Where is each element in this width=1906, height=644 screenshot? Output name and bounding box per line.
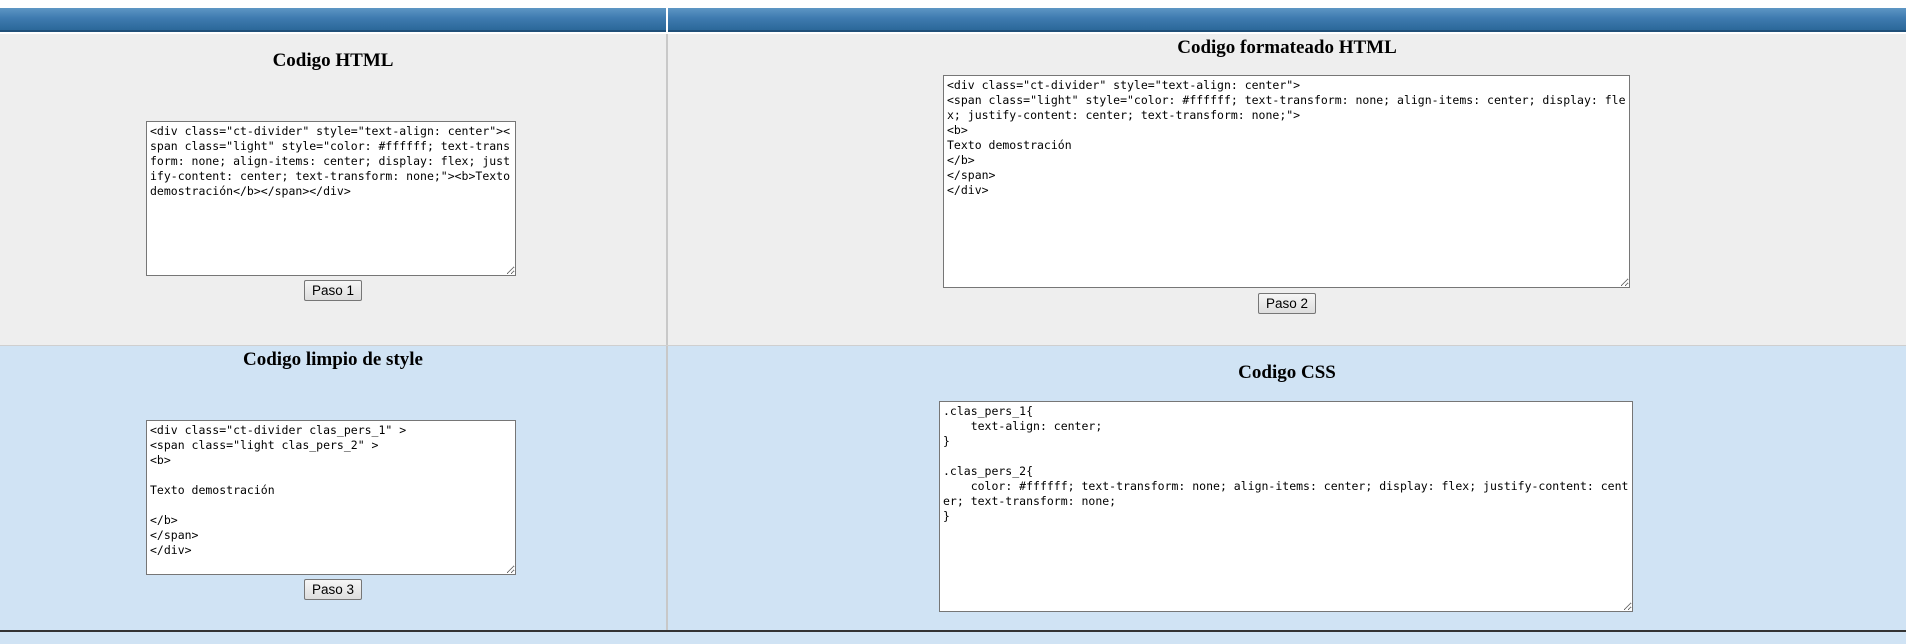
- header-bar: [0, 8, 1906, 32]
- css-output-panel: Codigo CSS .clas_pers_1{ text-align: cen…: [668, 346, 1906, 630]
- footer-strip: [0, 632, 1906, 644]
- paso-1-button[interactable]: Paso 1: [304, 280, 362, 301]
- css-output-title: Codigo CSS: [1238, 362, 1336, 383]
- paso-2-button[interactable]: Paso 2: [1258, 293, 1316, 314]
- html-clean-title: Codigo limpio de style: [243, 349, 423, 370]
- css-output-textarea[interactable]: .clas_pers_1{ text-align: center; } .cla…: [939, 401, 1633, 612]
- paso-3-button[interactable]: Paso 3: [304, 579, 362, 600]
- header-bar-left: [0, 8, 666, 32]
- html-input-title: Codigo HTML: [272, 50, 394, 71]
- html-clean-textarea[interactable]: <div class="ct-divider clas_pers_1" > <s…: [146, 420, 516, 575]
- html-input-panel: Codigo HTML <div class="ct-divider" styl…: [0, 34, 666, 345]
- html-formatted-title: Codigo formateado HTML: [1177, 37, 1397, 58]
- header-bar-right: [668, 8, 1906, 32]
- row-divider: [0, 345, 1906, 346]
- column-divider: [666, 34, 668, 630]
- html-clean-panel: Codigo limpio de style <div class="ct-di…: [0, 346, 666, 630]
- html-formatted-textarea[interactable]: <div class="ct-divider" style="text-alig…: [943, 75, 1630, 288]
- page: Codigo HTML <div class="ct-divider" styl…: [0, 0, 1906, 644]
- html-formatted-panel: Codigo formateado HTML <div class="ct-di…: [668, 34, 1906, 345]
- html-input-textarea[interactable]: <div class="ct-divider" style="text-alig…: [146, 121, 516, 276]
